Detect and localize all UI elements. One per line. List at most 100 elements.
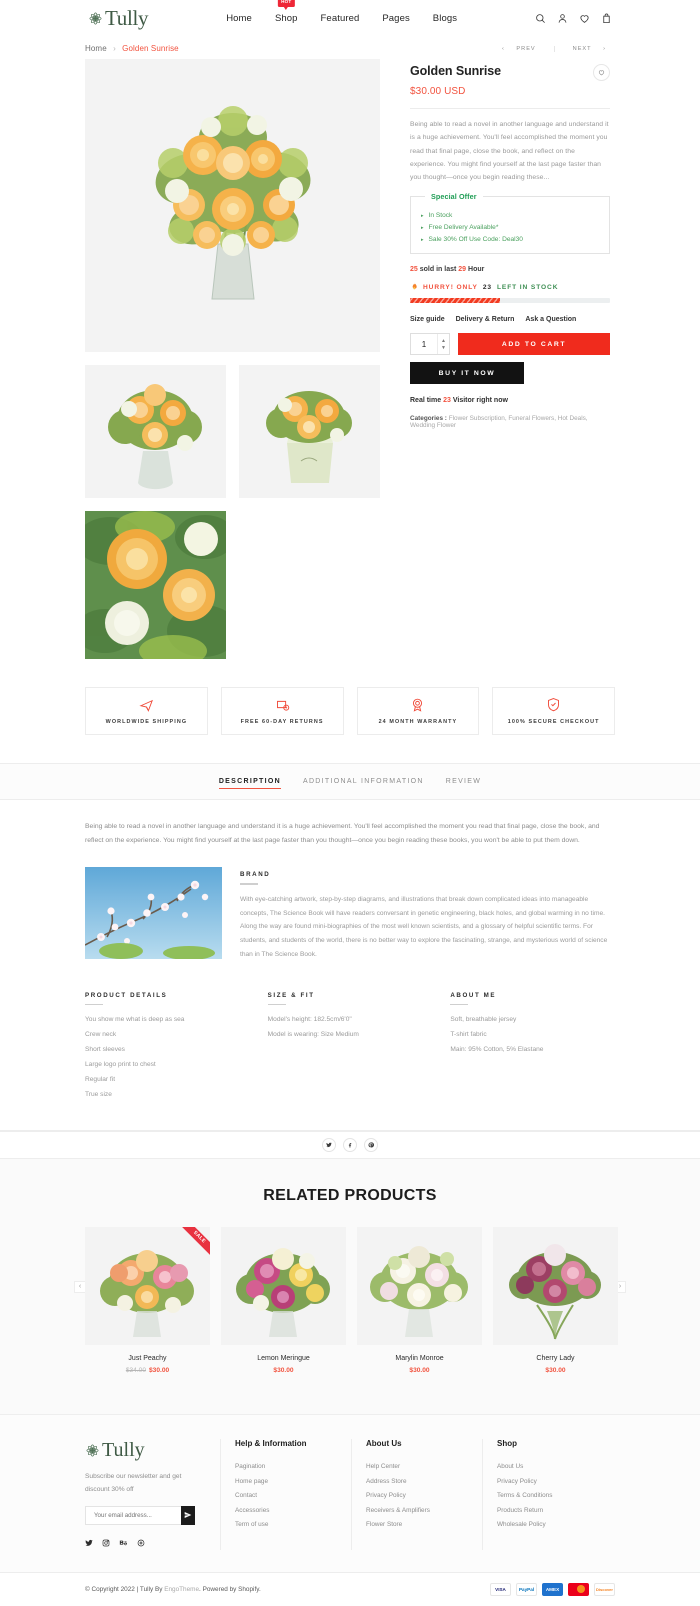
service-label: WORLDWIDE SHIPPING	[105, 719, 188, 725]
related-product-card[interactable]: Lemon Meringue $30.00	[221, 1227, 346, 1374]
add-to-cart-button[interactable]: ADD TO CART	[458, 333, 610, 356]
site-footer: Tully Subscribe our newsletter and get d…	[0, 1414, 700, 1572]
related-product-new-price: $30.00	[273, 1367, 294, 1375]
share-twitter-button[interactable]	[322, 1138, 336, 1153]
offer-item: ▸ Free Delivery Available*	[421, 224, 599, 231]
chevron-up-icon[interactable]: ▲	[441, 338, 446, 343]
footer-link[interactable]: Term of use	[235, 1518, 351, 1532]
divider	[410, 108, 610, 109]
nav-item-featured[interactable]: Featured	[321, 9, 360, 28]
wishlist-icon[interactable]	[579, 13, 590, 24]
realtime-suffix: Visitor right now	[452, 397, 508, 405]
bullet-arrow-icon: ▸	[421, 212, 424, 219]
related-product-image[interactable]	[357, 1227, 482, 1346]
buy-it-now-button[interactable]: BUY IT NOW	[410, 362, 524, 385]
footer-link[interactable]: Privacy Policy	[366, 1489, 482, 1503]
footer-column-title: About Us	[366, 1439, 402, 1449]
size-guide-link[interactable]: Size guide	[410, 316, 445, 323]
product-tabs-section: DESCRIPTION ADDITIONAL INFORMATION REVIE…	[0, 763, 700, 1132]
ask-question-link[interactable]: Ask a Question	[525, 316, 576, 323]
prev-label: PREV	[516, 45, 536, 52]
newsletter-email-input[interactable]	[85, 1505, 181, 1525]
nav-item-home[interactable]: Home	[226, 9, 252, 28]
sold-counter: 25 sold in last 29 Hour	[410, 266, 610, 273]
settings-icon	[137, 1539, 145, 1547]
footer-link[interactable]: Home page	[235, 1475, 351, 1489]
footer-logo[interactable]: Tully	[85, 1439, 204, 1462]
delivery-return-link[interactable]: Delivery & Return	[456, 316, 515, 323]
chevron-down-icon[interactable]: ▼	[441, 345, 446, 350]
share-pinterest-button[interactable]	[364, 1138, 378, 1153]
bullet-arrow-icon: ▸	[421, 224, 424, 231]
footer-link[interactable]: Help Center	[366, 1460, 482, 1474]
service-secure-checkout: 100% SECURE CHECKOUT	[492, 687, 615, 735]
site-logo[interactable]: Tully	[88, 6, 149, 31]
footer-link[interactable]: Address Store	[366, 1475, 482, 1489]
search-icon[interactable]	[535, 13, 546, 24]
quantity-arrows[interactable]: ▲ ▼	[437, 334, 449, 355]
footer-instagram-icon[interactable]	[102, 1538, 110, 1550]
hurry-prefix: HURRY! ONLY	[423, 283, 478, 291]
related-product-image[interactable]	[221, 1227, 346, 1346]
detail-columns: PRODUCT DETAILS You show me what is deep…	[85, 988, 615, 1102]
next-product-button[interactable]: NEXT ›	[553, 45, 615, 52]
related-product-image[interactable]	[493, 1227, 618, 1346]
nav-item-pages[interactable]: Pages	[382, 9, 409, 28]
footer-link[interactable]: Terms & Conditions	[497, 1489, 613, 1503]
add-to-wishlist-button[interactable]	[593, 64, 610, 81]
account-icon[interactable]	[557, 13, 568, 24]
nav-item-shop[interactable]: HOT Shop	[275, 0, 298, 28]
theme-credit-link[interactable]: EngoTheme	[164, 1586, 199, 1593]
bouquet-pastel-illustration	[357, 1227, 482, 1346]
column-title: PRODUCT DETAILS	[85, 991, 168, 999]
list-item: Short sleeves	[85, 1046, 125, 1054]
footer-link[interactable]: Pagination	[235, 1460, 351, 1474]
breadcrumb-home[interactable]: Home	[85, 44, 107, 53]
service-warranty: 24 MONTH WARRANTY	[356, 687, 480, 735]
payment-amex-icon: AMEX	[542, 1582, 563, 1596]
title-rule	[450, 1003, 469, 1006]
prev-product-button[interactable]: ‹ PREV	[493, 46, 554, 52]
bouquet-magenta-illustration	[221, 1227, 346, 1346]
related-product-name: Cherry Lady	[536, 1355, 575, 1363]
product-thumbnail-1[interactable]	[85, 365, 226, 498]
related-product-card[interactable]: SALE Just Peachy $34.00 $30.00	[85, 1227, 210, 1374]
nav-item-blogs[interactable]: Blogs	[433, 9, 457, 28]
footer-settings-icon[interactable]	[137, 1538, 145, 1550]
related-product-card[interactable]: Cherry Lady $30.00	[493, 1227, 618, 1374]
footer-link[interactable]: About Us	[497, 1460, 613, 1474]
product-thumbnail-2[interactable]	[239, 365, 380, 498]
footer-link[interactable]: Wholesale Policy	[497, 1518, 613, 1532]
product-thumbnail-3[interactable]	[85, 511, 226, 659]
footer-link[interactable]: Products Return	[497, 1504, 613, 1518]
newsletter-submit-button[interactable]	[181, 1505, 195, 1525]
related-product-card[interactable]: Marylin Monroe $30.00	[357, 1227, 482, 1374]
flame-icon	[412, 282, 417, 290]
copyright-text: © Copyright 2022 | Tully By EngoTheme. P…	[85, 1586, 261, 1593]
social-share-bar	[0, 1131, 700, 1160]
footer-link[interactable]: Privacy Policy	[497, 1475, 613, 1489]
footer-link[interactable]: Accessories	[235, 1504, 351, 1518]
quantity-value[interactable]: 1	[411, 340, 437, 349]
footer-behance-icon[interactable]	[119, 1538, 128, 1550]
tab-description[interactable]: DESCRIPTION	[218, 778, 281, 789]
tab-additional-information[interactable]: ADDITIONAL INFORMATION	[303, 778, 424, 789]
footer-twitter-icon[interactable]	[85, 1538, 93, 1550]
product-main-image[interactable]	[85, 59, 380, 352]
related-product-image[interactable]: SALE	[85, 1227, 210, 1346]
footer-socials	[85, 1538, 204, 1550]
footer-link[interactable]: Receivers & Amplifiers	[366, 1504, 482, 1518]
footer-link[interactable]: Contact	[235, 1489, 351, 1503]
copyright-b: . Powered by Shopify.	[199, 1585, 261, 1593]
footer-link[interactable]: Flower Store	[366, 1518, 482, 1532]
cart-icon[interactable]	[601, 13, 612, 24]
share-facebook-button[interactable]	[343, 1138, 357, 1153]
tab-review[interactable]: REVIEW	[446, 778, 481, 789]
related-product-new-price: $30.00	[149, 1367, 170, 1375]
related-product-new-price: $30.00	[545, 1367, 566, 1375]
column-product-details: PRODUCT DETAILS You show me what is deep…	[85, 988, 250, 1102]
return-box-icon	[276, 700, 289, 711]
nav-label: Home	[226, 13, 252, 24]
quantity-stepper[interactable]: 1 ▲ ▼	[410, 333, 450, 356]
service-label: 24 MONTH WARRANTY	[378, 719, 458, 725]
